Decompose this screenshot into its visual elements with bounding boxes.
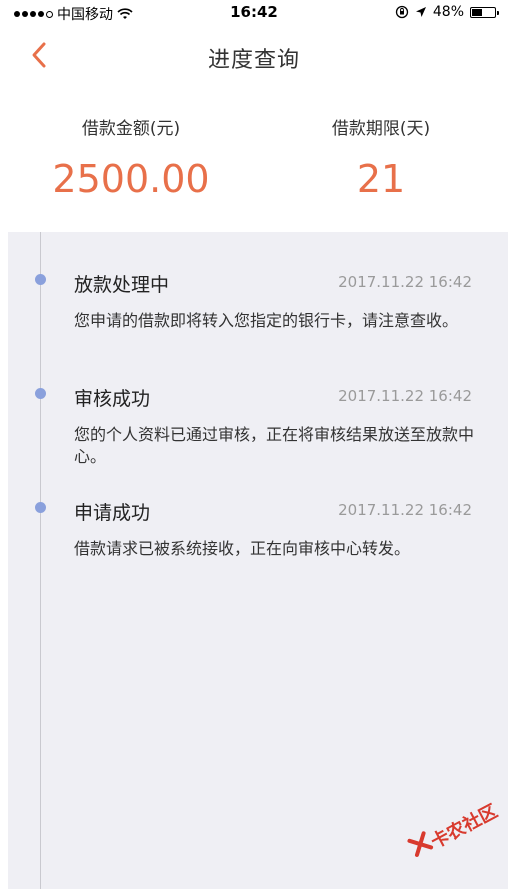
loan-summary: 借款金额(元) 2500.00 借款期限(天) 21 (0, 86, 508, 232)
progress-timeline: 放款处理中 2017.11.22 16:42 您申请的借款即将转入您指定的银行卡… (8, 232, 508, 889)
battery-fill (472, 8, 482, 16)
loan-term-block: 借款期限(天) 21 (254, 86, 508, 201)
timeline-item-desc: 您的个人资料已通过审核，正在将审核结果放送至放款中心。 (74, 425, 475, 466)
timeline-item-desc: 借款请求已被系统接收，正在向审核中心转发。 (74, 539, 411, 558)
timeline-dot-icon (35, 274, 46, 285)
timeline-item-title: 审核成功 (74, 388, 151, 410)
watermark-text: 卡农社区 (427, 800, 502, 854)
timeline-dot-icon (35, 388, 46, 399)
location-arrow-icon (415, 7, 426, 17)
battery-icon (470, 6, 499, 18)
status-bar: 中国移动 16:42 48% (0, 0, 508, 24)
timeline-item-time: 2017.11.22 16:42 (338, 273, 472, 291)
nav-bar: 进度查询 (0, 24, 508, 86)
page-title: 进度查询 (207, 48, 300, 73)
loan-term-label: 借款期限(天) (331, 119, 431, 139)
loan-amount-label: 借款金额(元) (81, 119, 181, 139)
loan-amount-block: 借款金额(元) 2500.00 (4, 86, 258, 201)
timeline-item-desc: 您申请的借款即将转入您指定的银行卡，请注意查收。 (74, 311, 459, 330)
status-right-group: 48% (395, 4, 499, 20)
orientation-lock-icon (395, 5, 409, 19)
timeline-item-title: 放款处理中 (74, 274, 170, 296)
loan-amount-value: 2500.00 (52, 157, 210, 201)
timeline-line (40, 232, 41, 889)
timeline-item-time: 2017.11.22 16:42 (338, 387, 472, 405)
timeline-item-title: 申请成功 (74, 502, 151, 524)
loan-term-value: 21 (356, 157, 406, 201)
timeline-dot-icon (35, 502, 46, 513)
timeline-item-time: 2017.11.22 16:42 (338, 501, 472, 519)
battery-percent: 48% (432, 4, 464, 20)
